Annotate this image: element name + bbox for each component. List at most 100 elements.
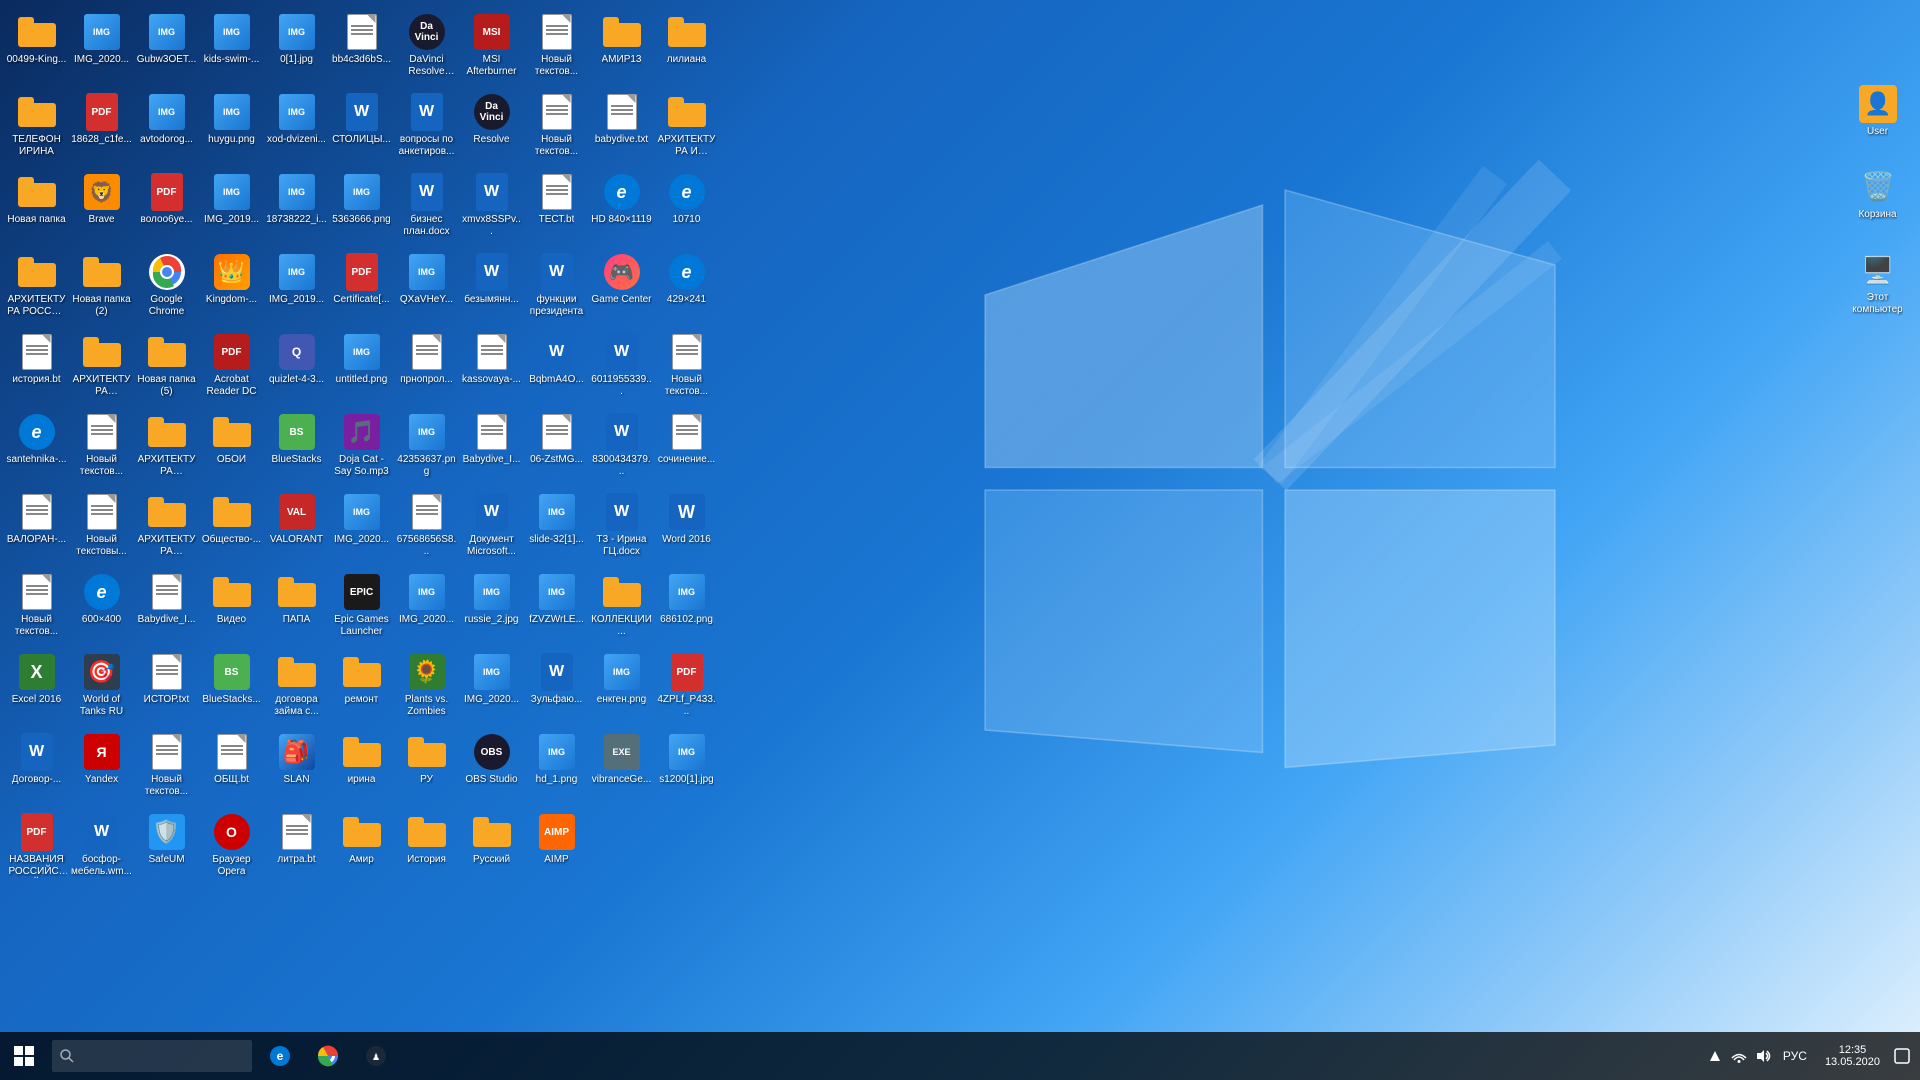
desktop-icon-row3-6[interactable]: Wxmvx8SSPv...	[459, 168, 524, 248]
desktop-icon-row4-1[interactable]: 👑Kingdom-...	[199, 248, 264, 328]
taskbar-chrome-button[interactable]	[304, 1032, 352, 1080]
desktop-icon-row4-8[interactable]: e429×241	[654, 248, 719, 328]
desktop-icon-row4-4[interactable]: IMGQXaVHeY...	[394, 248, 459, 328]
desktop-icon-row10-11[interactable]: Русский	[459, 808, 524, 888]
desktop-icon-row1-9[interactable]: Новый текстов...	[524, 8, 589, 88]
desktop-icon-row4-10[interactable]: АРХИТЕКТУРА ВЛАДИМИР	[69, 328, 134, 408]
desktop-icon-row9-11[interactable]: РУ	[394, 728, 459, 808]
desktop-icon-row5-2[interactable]: IMGuntitled.png	[329, 328, 394, 408]
desktop-icon-row6-9[interactable]: АРХИТЕКТУРА СКУЛЬПТУ...	[134, 488, 199, 568]
desktop-icon-row6-8[interactable]: Новый текстовы...	[69, 488, 134, 568]
desktop-icon-row10-6[interactable]: 🛡️SafeUM	[134, 808, 199, 888]
desktop-icon-row9-5[interactable]: WДоговор-...	[4, 728, 69, 808]
desktop-icon-row10-12[interactable]: AIMPAIMP	[524, 808, 589, 888]
desktop-icon-row1-7[interactable]: DaVinciDaVinci Resolve Pro...	[394, 8, 459, 88]
desktop-icon-row8-3[interactable]: IMGfZVZWrLE...	[524, 568, 589, 648]
desktop-icon-row9-8[interactable]: ОБЩ.bt	[199, 728, 264, 808]
tray-network[interactable]	[1729, 1032, 1749, 1080]
desktop-icon-row4-3[interactable]: PDFCertificate[...	[329, 248, 394, 328]
desktop-icon-row9-2[interactable]: WЗульфаю...	[524, 648, 589, 728]
desktop-icon-row3-4[interactable]: IMG5363666.png	[329, 168, 394, 248]
desktop-icon-row1-3[interactable]: IMGGubw3OET...	[134, 8, 199, 88]
desktop-icon-row5-9[interactable]: Новый текстов...	[69, 408, 134, 488]
desktop-icon-row7-10[interactable]: Видео	[199, 568, 264, 648]
desktop-icon-row8-2[interactable]: IMGrussie_2.jpg	[459, 568, 524, 648]
desktop-icon-row3-11[interactable]: Новая папка (2)	[69, 248, 134, 328]
desktop-icon-row7-7[interactable]: Новый текстов...	[4, 568, 69, 648]
desktop-icon-row2-10[interactable]: АРХИТЕКТУРА И СКУЛЬП...	[654, 88, 719, 168]
desktop-icon-row7-4[interactable]: IMGslide-32[1]...	[524, 488, 589, 568]
desktop-icon-row2-6[interactable]: Wвопросы по анкетиров...	[394, 88, 459, 168]
taskbar-search[interactable]	[52, 1040, 252, 1072]
desktop-icon-row3-5[interactable]: Wбизнес план.docx	[394, 168, 459, 248]
desktop-icon-row3-7[interactable]: ТЕСТ.bt	[524, 168, 589, 248]
tray-notification[interactable]	[1892, 1032, 1912, 1080]
desktop-icon-row10-7[interactable]: OБраузер Opera	[199, 808, 264, 888]
desktop-icon-row5-10[interactable]: АРХИТЕКТУРА НОВГОРОД	[134, 408, 199, 488]
desktop-icon-row6-3[interactable]: Babydive_I...	[459, 408, 524, 488]
desktop-icon-row8-11[interactable]: ремонт	[329, 648, 394, 728]
desktop-icon-row2-3[interactable]: IMGhuygu.png	[199, 88, 264, 168]
desktop-icon-row9-1[interactable]: IMGIMG_2020...	[459, 648, 524, 728]
tray-expand[interactable]	[1705, 1032, 1725, 1080]
desktop-icon-row9-12[interactable]: OBSOBS Studio	[459, 728, 524, 808]
desktop-icon-row1-10[interactable]: АМИР13	[589, 8, 654, 88]
desktop-icon-row9-3[interactable]: IMGенкген.png	[589, 648, 654, 728]
desktop-icon-row8-7[interactable]: 🎯World of Tanks RU	[69, 648, 134, 728]
tray-volume[interactable]	[1753, 1032, 1773, 1080]
desktop-icon-row7-11[interactable]: ПАПА	[264, 568, 329, 648]
desktop-icon-row9-7[interactable]: Новый текстов...	[134, 728, 199, 808]
desktop-icon-row6-11[interactable]: VALVALORANT	[264, 488, 329, 568]
desktop-icon-row2-9[interactable]: babydive.txt	[589, 88, 654, 168]
desktop-icon-row8-10[interactable]: договора займа с...	[264, 648, 329, 728]
desktop-icon-row5-11[interactable]: ОБОИ	[199, 408, 264, 488]
desktop-icon-row3-1[interactable]: PDFволоо6уе...	[134, 168, 199, 248]
tray-language[interactable]: РУС	[1777, 1049, 1813, 1063]
desktop-icon-row4-5[interactable]: Wбезымянн...	[459, 248, 524, 328]
tray-clock[interactable]: 12:35 13.05.2020	[1817, 1032, 1888, 1080]
desktop-icon-row3-9[interactable]: e10710	[654, 168, 719, 248]
desktop-icon-row3-12[interactable]: Google Chrome	[134, 248, 199, 328]
desktop-icon-row8-12[interactable]: 🌻Plants vs. Zombies	[394, 648, 459, 728]
desktop-icon-row8-5[interactable]: IMG686102.png	[654, 568, 719, 648]
desktop-icon-row9-6[interactable]: ЯYandex	[69, 728, 134, 808]
desktop-icon-recycle[interactable]: 🗑️ Корзина	[1845, 163, 1910, 238]
taskbar-edge-button[interactable]: e	[256, 1032, 304, 1080]
desktop-icon-row4-9[interactable]: история.bt	[4, 328, 69, 408]
desktop-icon-row1-5[interactable]: IMG0[1].jpg	[264, 8, 329, 88]
desktop-icon-row1-2[interactable]: IMGIMG_2020...	[69, 8, 134, 88]
desktop-icon-row3-10[interactable]: АРХИТЕКТУРА РОССИЯ И...	[4, 248, 69, 328]
desktop-icon-row1-6[interactable]: bb4c3d6bS...	[329, 8, 394, 88]
desktop-icon-row9-9[interactable]: 🎒SLAN	[264, 728, 329, 808]
desktop-icon-row6-1[interactable]: 🎵Doja Cat - Say So.mp3	[329, 408, 394, 488]
desktop-icon-row10-9[interactable]: Амир	[329, 808, 394, 888]
desktop-icon-row7-1[interactable]: IMGIMG_2020...	[329, 488, 394, 568]
desktop-icon-row6-10[interactable]: Общество-...	[199, 488, 264, 568]
desktop-icon-row1-4[interactable]: IMGkids-swim-...	[199, 8, 264, 88]
desktop-icon-row6-7[interactable]: ВАЛОРАН-...	[4, 488, 69, 568]
desktop-icon-row8-1[interactable]: IMGIMG_2020...	[394, 568, 459, 648]
desktop-icon-row6-4[interactable]: 06-ZstMG...	[524, 408, 589, 488]
desktop-icon-row2-12[interactable]: 🦁Brave	[69, 168, 134, 248]
desktop-icon-row6-6[interactable]: сочинение...	[654, 408, 719, 488]
desktop-icon-row8-9[interactable]: BSBlueStacks...	[199, 648, 264, 728]
desktop-icon-row2-5[interactable]: WСТОЛИЦЫ...	[329, 88, 394, 168]
desktop-icon-row4-7[interactable]: 🎮Game Center	[589, 248, 654, 328]
desktop-icon-row10-4[interactable]: PDFНАЗВАНИЯ РОССИЙСКОЙ...	[4, 808, 69, 888]
desktop-icon-row7-5[interactable]: WТ3 - Ирина ГЦ.docx	[589, 488, 654, 568]
desktop-icon-row2-8[interactable]: Новый текстов...	[524, 88, 589, 168]
desktop-icon-row4-6[interactable]: Wфункции президента	[524, 248, 589, 328]
desktop-icon-row5-5[interactable]: WBqbmA4O...	[524, 328, 589, 408]
desktop-icon-row6-5[interactable]: W8300434379...	[589, 408, 654, 488]
desktop-icon-row5-6[interactable]: W6011955339...	[589, 328, 654, 408]
desktop-icon-row10-10[interactable]: История	[394, 808, 459, 888]
desktop-icon-row7-3[interactable]: WДокумент Microsoft...	[459, 488, 524, 568]
desktop-icon-row1-11[interactable]: лилиана	[654, 8, 719, 88]
desktop-icon-row3-8[interactable]: eHD 840×1119	[589, 168, 654, 248]
desktop-icon-row9-4[interactable]: PDF4ZPLf_P433...	[654, 648, 719, 728]
desktop-icon-row7-6[interactable]: WWord 2016	[654, 488, 719, 568]
desktop-icon-row4-11[interactable]: Новая папка (5)	[134, 328, 199, 408]
desktop-icon-row7-2[interactable]: 67568656S8...	[394, 488, 459, 568]
desktop-icon-row9-10[interactable]: ирина	[329, 728, 394, 808]
desktop-icon-row10-2[interactable]: EXEvibranceGe...	[589, 728, 654, 808]
